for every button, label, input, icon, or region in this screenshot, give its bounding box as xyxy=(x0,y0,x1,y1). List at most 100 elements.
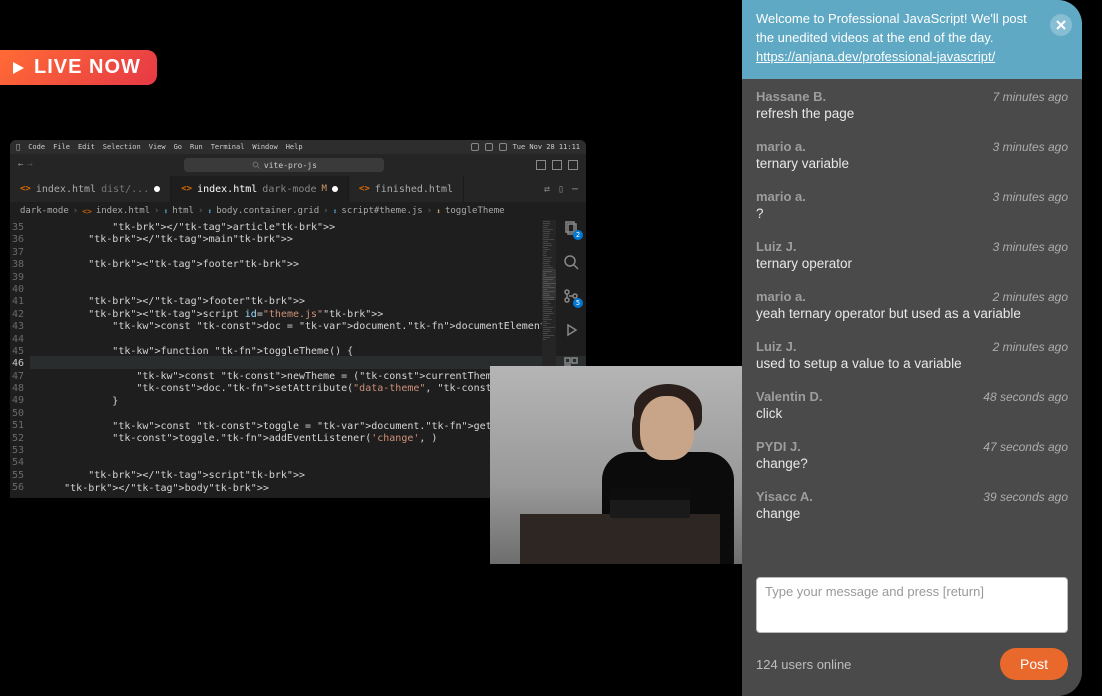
msg-body: ternary operator xyxy=(756,256,1068,271)
msg-author: mario a. xyxy=(756,189,806,204)
layout-icon[interactable] xyxy=(568,160,578,170)
message-input[interactable] xyxy=(756,577,1068,633)
mac-menubar:  Code File Edit Selection View Go Run T… xyxy=(10,140,586,154)
msg-time: 47 seconds ago xyxy=(983,440,1068,454)
apple-icon:  xyxy=(16,143,20,151)
menu-terminal[interactable]: Terminal xyxy=(211,143,245,151)
editor-titlebar: ← → vite-pro-js xyxy=(10,154,586,176)
chat-message: mario a.3 minutes agoternary variable xyxy=(756,131,1068,181)
tab-suffix: dist/... xyxy=(101,184,149,195)
menu-window[interactable]: Window xyxy=(252,143,277,151)
files-icon[interactable]: 2 xyxy=(563,220,579,236)
msg-time: 48 seconds ago xyxy=(983,390,1068,404)
bc-seg[interactable]: html xyxy=(172,206,194,216)
search-text: vite-pro-js xyxy=(264,161,317,170)
msg-time: 2 minutes ago xyxy=(993,340,1068,354)
nav-back-icon[interactable]: ← xyxy=(18,160,23,170)
msg-time: 3 minutes ago xyxy=(993,190,1068,204)
welcome-banner: Welcome to Professional JavaScript! We'l… xyxy=(742,0,1082,79)
html-icon: <> xyxy=(181,184,192,194)
msg-author: PYDI J. xyxy=(756,439,801,454)
tab-label: finished.html xyxy=(375,184,453,195)
chat-message: Luiz J. 2 minutes ago used to setup a valu… xyxy=(756,331,1068,381)
msg-body: ternary variable xyxy=(756,156,1068,171)
msg-body: change xyxy=(756,506,1068,521)
chat-message: Luiz J. 3 minutes ago ternary operator xyxy=(756,231,1068,281)
msg-body: yeah ternary operator but used as a vari… xyxy=(756,306,1068,321)
menu-go[interactable]: Go xyxy=(174,143,182,151)
debug-icon[interactable] xyxy=(563,322,579,338)
live-badge-text: LIVE NOW xyxy=(34,56,141,79)
close-icon[interactable] xyxy=(1050,14,1072,36)
play-icon xyxy=(10,60,26,76)
menu-selection[interactable]: Selection xyxy=(103,143,141,151)
modified-badge: M xyxy=(321,184,326,194)
msg-time: 7 minutes ago xyxy=(993,90,1068,104)
msg-time: 39 seconds ago xyxy=(983,490,1068,504)
mac-menu-items:  Code File Edit Selection View Go Run T… xyxy=(16,143,303,151)
bc-seg[interactable]: dark-mode xyxy=(20,206,69,216)
post-button[interactable]: Post xyxy=(1000,648,1068,680)
chat-message: Hassane B. 7 minutes ago refresh the page xyxy=(756,81,1068,131)
bc-seg[interactable]: script#theme.js xyxy=(341,206,422,216)
nav-fwd-icon[interactable]: → xyxy=(27,160,32,170)
video-stage: LIVE NOW  Code File Edit Selection View… xyxy=(0,0,742,696)
banner-text: Welcome to Professional JavaScript! We'l… xyxy=(756,11,1027,45)
files-badge: 2 xyxy=(573,230,583,240)
tab-label: index.html xyxy=(197,184,257,195)
menu-help[interactable]: Help xyxy=(286,143,303,151)
msg-author: Hassane B. xyxy=(756,89,826,104)
msg-author: Valentin D. xyxy=(756,389,822,404)
more-icon[interactable]: ⋯ xyxy=(572,184,578,195)
msg-author: Luiz J. xyxy=(756,339,796,354)
msg-body: change? xyxy=(756,456,1068,471)
tab-finished[interactable]: <> finished.html xyxy=(349,176,464,202)
bc-seg[interactable]: body.container.grid xyxy=(216,206,319,216)
search-icon[interactable] xyxy=(563,254,579,270)
line-gutter: 3536373839404142434445464748495051525354… xyxy=(10,220,30,498)
breadcrumb[interactable]: dark-mode› <>index.html› ⬍html› ⬍body.co… xyxy=(10,202,586,220)
tab-suffix: dark-mode xyxy=(262,184,316,195)
search-icon xyxy=(252,161,260,169)
msg-body: ? xyxy=(756,206,1068,221)
bc-seg[interactable]: index.html xyxy=(96,206,150,216)
compose-area: 124 users online Post xyxy=(742,569,1082,696)
chat-message: mario a.2 minutes agoyeah ternary operat… xyxy=(756,281,1068,331)
msg-time: 3 minutes ago xyxy=(993,240,1068,254)
command-search[interactable]: vite-pro-js xyxy=(184,158,384,172)
html-icon: <> xyxy=(20,184,31,194)
msg-author: mario a. xyxy=(756,139,806,154)
html-icon: <> xyxy=(359,184,370,194)
scm-icon[interactable]: 5 xyxy=(563,288,579,304)
status-icon xyxy=(499,143,507,151)
modified-dot-icon xyxy=(332,186,338,192)
chat-message: PYDI J. 47 seconds ago change? xyxy=(756,431,1068,481)
msg-author: Luiz J. xyxy=(756,239,796,254)
live-badge: LIVE NOW xyxy=(0,50,157,85)
users-online: 124 users online xyxy=(756,657,851,672)
compare-icon[interactable]: ⇄ xyxy=(544,184,550,195)
msg-time: 2 minutes ago xyxy=(993,290,1068,304)
tab-index-dist[interactable]: <> index.html dist/... xyxy=(10,176,171,202)
menu-file[interactable]: File xyxy=(53,143,70,151)
tab-index-darkmode[interactable]: <> index.html dark-mode M xyxy=(171,176,349,202)
layout-icon[interactable] xyxy=(536,160,546,170)
banner-link[interactable]: https://anjana.dev/professional-javascri… xyxy=(756,49,995,64)
split-icon[interactable]: ▯ xyxy=(558,184,564,195)
activity-bar: 2 5 xyxy=(556,220,586,372)
menu-edit[interactable]: Edit xyxy=(78,143,95,151)
msg-body: used to setup a value to a variable xyxy=(756,356,1068,371)
presenter-video xyxy=(490,366,742,564)
menu-run[interactable]: Run xyxy=(190,143,203,151)
menu-code[interactable]: Code xyxy=(28,143,45,151)
chat-message: Valentin D.48 seconds agoclick xyxy=(756,381,1068,431)
msg-body: refresh the page xyxy=(756,106,1068,121)
chat-messages[interactable]: Hassane B. 7 minutes ago refresh the page m… xyxy=(742,79,1082,569)
layout-icon[interactable] xyxy=(552,160,562,170)
bc-seg[interactable]: toggleTheme xyxy=(445,206,505,216)
clock: Tue Nov 28 11:11 xyxy=(513,143,580,151)
msg-author: Yisacc A. xyxy=(756,489,813,504)
status-icon xyxy=(485,143,493,151)
tab-label: index.html xyxy=(36,184,96,195)
menu-view[interactable]: View xyxy=(149,143,166,151)
